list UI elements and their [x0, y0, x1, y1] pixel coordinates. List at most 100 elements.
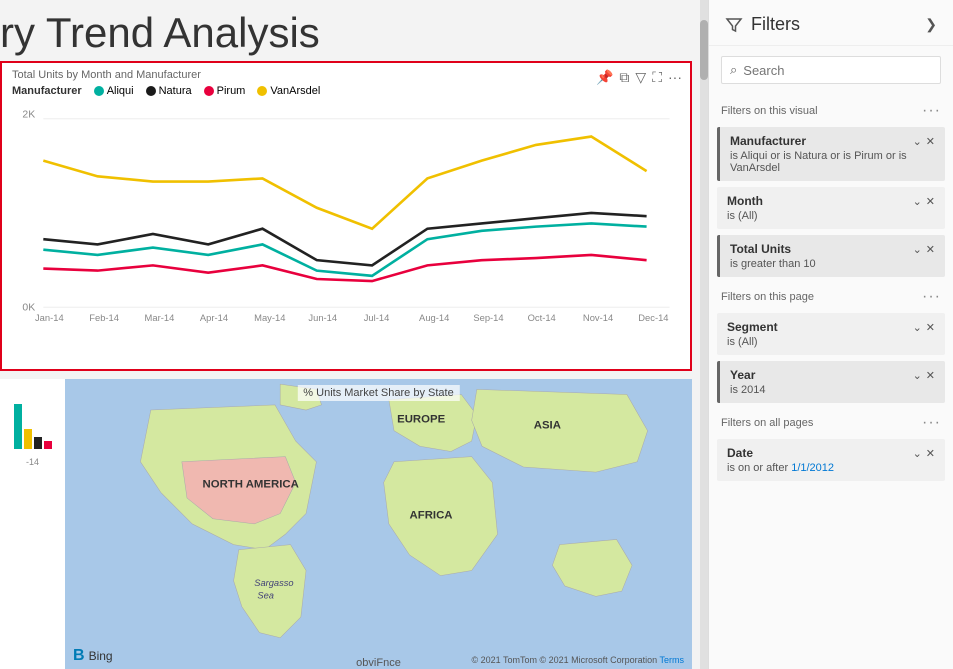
filter-segment-name: Segment	[727, 320, 778, 334]
chart-toolbar: 📌 ⧉ ▽ ⛶ ···	[596, 69, 682, 86]
natura-label: Natura	[159, 85, 192, 97]
svg-text:Nov-14: Nov-14	[583, 312, 613, 323]
filter-year-value: is 2014	[730, 384, 935, 396]
chart-container: 📌 ⧉ ▽ ⛶ ··· Total Units by Month and Man…	[0, 61, 692, 371]
filter-totalunits-value: is greater than 10	[730, 258, 935, 270]
svg-text:Aug-14: Aug-14	[419, 312, 449, 323]
search-input[interactable]	[743, 63, 932, 78]
legend-aliqui: Aliqui	[94, 85, 134, 97]
aliqui-dot	[94, 86, 104, 96]
filter-card-year: Year ⌄ ✕ is 2014	[717, 361, 945, 403]
map-svg: NORTH AMERICA EUROPE ASIA AFRICA Sargass…	[65, 379, 692, 669]
svg-text:Sep-14: Sep-14	[473, 312, 503, 323]
copy-icon[interactable]: ⧉	[619, 69, 629, 86]
filter-date-link[interactable]: 1/1/2012	[791, 462, 834, 474]
mini-bar-natura	[34, 437, 42, 449]
filter-manufacturer-clear[interactable]: ✕	[926, 135, 935, 148]
page-title: ry Trend Analysis	[0, 0, 700, 61]
filter-card-segment: Segment ⌄ ✕ is (All)	[717, 313, 945, 355]
filter-card-totalunits-header: Total Units ⌄ ✕	[730, 242, 935, 256]
chart-area: 2K 0K Jan-14 Feb-14 Mar-14 Apr-14 May-	[12, 103, 680, 323]
filter-icon[interactable]: ▽	[635, 69, 646, 86]
mini-chart-sidebar: -14	[0, 379, 65, 669]
main-content: ry Trend Analysis 📌 ⧉ ▽ ⛶ ··· Total Unit…	[0, 0, 700, 669]
search-icon: ⌕	[730, 62, 737, 78]
filter-date-clear[interactable]: ✕	[926, 447, 935, 460]
filter-totalunits-chevron[interactable]: ⌄	[913, 243, 922, 256]
page-filters-label: Filters on this page	[721, 291, 814, 303]
more-icon[interactable]: ···	[668, 69, 682, 86]
pirum-label: Pirum	[217, 85, 246, 97]
legend-pirum: Pirum	[204, 85, 246, 97]
filter-manufacturer-chevron[interactable]: ⌄	[913, 135, 922, 148]
filter-manufacturer-controls: ⌄ ✕	[913, 135, 935, 148]
vanarsdel-label: VanArsdel	[270, 85, 320, 97]
filter-date-value: is on or after 1/1/2012	[727, 462, 935, 474]
bing-label: Bing	[89, 649, 113, 663]
filter-year-controls: ⌄ ✕	[913, 369, 935, 382]
aliqui-label: Aliqui	[107, 85, 134, 97]
pirum-dot	[204, 86, 214, 96]
filters-panel: Filters ❯ ⌕ Filters on this visual ··· M…	[708, 0, 953, 669]
svg-text:EUROPE: EUROPE	[397, 414, 445, 426]
filter-totalunits-clear[interactable]: ✕	[926, 243, 935, 256]
mini-bar-chart	[14, 389, 52, 449]
filter-segment-value: is (All)	[727, 336, 935, 348]
filter-year-name: Year	[730, 368, 755, 382]
terms-link[interactable]: Terms	[660, 655, 685, 665]
mini-bar-pirum	[44, 441, 52, 449]
filter-year-clear[interactable]: ✕	[926, 369, 935, 382]
svg-text:Feb-14: Feb-14	[89, 312, 119, 323]
filters-header: Filters ❯	[709, 0, 953, 46]
line-chart-svg: 2K 0K Jan-14 Feb-14 Mar-14 Apr-14 May-	[12, 103, 680, 323]
filter-month-controls: ⌄ ✕	[913, 195, 935, 208]
filter-card-manufacturer-header: Manufacturer ⌄ ✕	[730, 134, 935, 148]
filter-segment-controls: ⌄ ✕	[913, 321, 935, 334]
filter-card-year-header: Year ⌄ ✕	[730, 368, 935, 382]
allpages-filters-more[interactable]: ···	[922, 414, 941, 432]
filters-title-text: Filters	[751, 14, 800, 35]
legend-label: Manufacturer	[12, 85, 82, 97]
filter-date-controls: ⌄ ✕	[913, 447, 935, 460]
svg-text:Jun-14: Jun-14	[308, 312, 337, 323]
filter-card-date: Date ⌄ ✕ is on or after 1/1/2012	[717, 439, 945, 481]
map-row: -14 % Units Market Share by State	[0, 379, 692, 669]
filter-card-month-header: Month ⌄ ✕	[727, 194, 935, 208]
filter-month-name: Month	[727, 194, 763, 208]
chart-title: Total Units by Month and Manufacturer	[12, 69, 680, 81]
filter-card-month: Month ⌄ ✕ is (All)	[717, 187, 945, 229]
filter-date-chevron[interactable]: ⌄	[913, 447, 922, 460]
svg-text:Apr-14: Apr-14	[200, 312, 228, 323]
bing-watermark: B Bing	[73, 647, 113, 665]
copyright-text: © 2021 TomTom © 2021 Microsoft Corporati…	[471, 655, 657, 665]
filter-totalunits-controls: ⌄ ✕	[913, 243, 935, 256]
pin-icon[interactable]: 📌	[596, 69, 613, 86]
svg-text:ASIA: ASIA	[534, 420, 561, 432]
scrollbar-thumb[interactable]	[700, 20, 708, 80]
filters-close-chevron[interactable]: ❯	[925, 16, 937, 33]
filter-month-chevron[interactable]: ⌄	[913, 195, 922, 208]
filter-manufacturer-value: is Aliqui or is Natura or is Pirum or is…	[730, 150, 935, 174]
allpages-filters-label: Filters on all pages	[721, 417, 813, 429]
svg-text:0K: 0K	[22, 303, 35, 314]
filter-segment-chevron[interactable]: ⌄	[913, 321, 922, 334]
filter-card-segment-header: Segment ⌄ ✕	[727, 320, 935, 334]
mini-chart-label: -14	[26, 457, 39, 467]
svg-text:NORTH AMERICA: NORTH AMERICA	[203, 479, 299, 491]
visual-filters-more[interactable]: ···	[922, 102, 941, 120]
svg-text:May-14: May-14	[254, 312, 285, 323]
filter-segment-clear[interactable]: ✕	[926, 321, 935, 334]
expand-icon[interactable]: ⛶	[652, 69, 662, 86]
svg-text:2K: 2K	[22, 110, 35, 121]
map-title: % Units Market Share by State	[297, 385, 459, 401]
filter-year-chevron[interactable]: ⌄	[913, 369, 922, 382]
bing-icon: B	[73, 647, 85, 665]
filters-funnel-icon	[725, 16, 743, 34]
svg-text:Sea: Sea	[257, 591, 274, 601]
svg-text:Dec-14: Dec-14	[638, 312, 668, 323]
svg-text:Mar-14: Mar-14	[145, 312, 175, 323]
page-filters-more[interactable]: ···	[922, 288, 941, 306]
filter-month-clear[interactable]: ✕	[926, 195, 935, 208]
scrollbar[interactable]	[700, 0, 708, 669]
search-box[interactable]: ⌕	[721, 56, 941, 84]
